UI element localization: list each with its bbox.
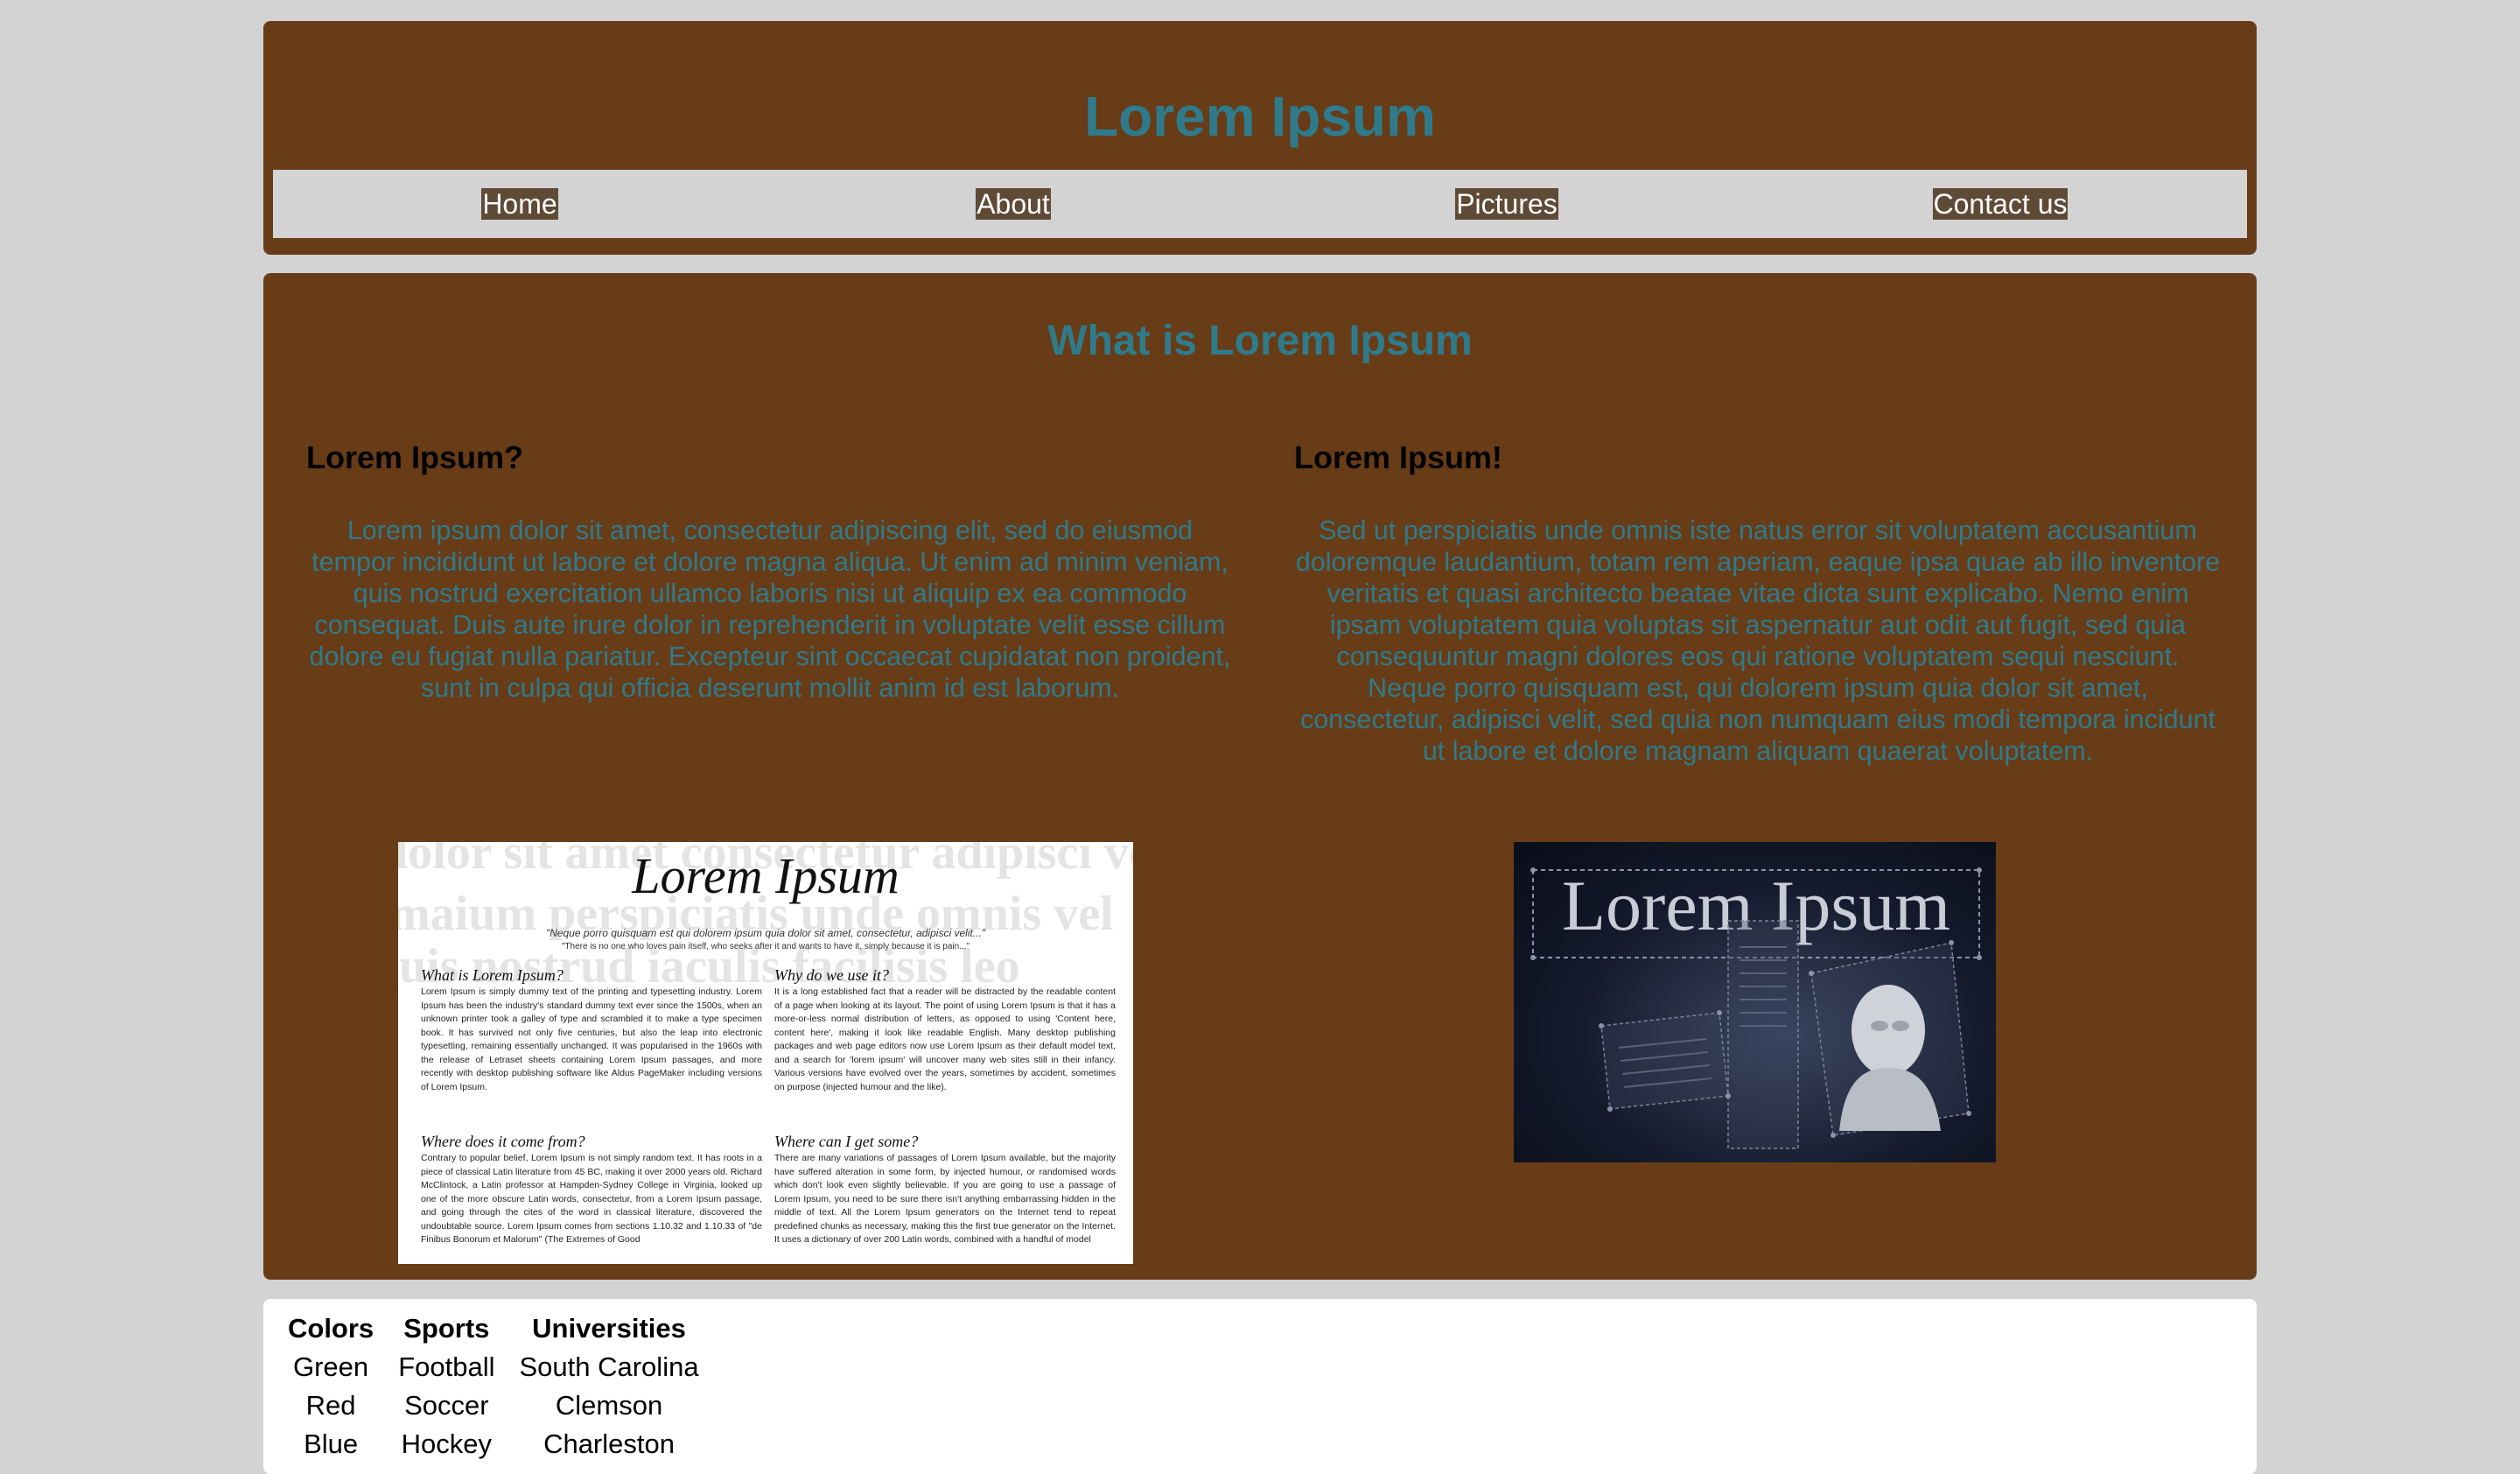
table-cell: Clemson <box>555 1390 663 1421</box>
header-panel: Lorem Ipsum Home About Pictures Contact … <box>263 21 2257 255</box>
nav-about-link[interactable]: About <box>976 188 1051 220</box>
table-row: Green Football South Carolina <box>276 1348 711 1386</box>
nav-bar: Home About Pictures Contact us <box>273 170 2247 238</box>
header-sports: Sports <box>403 1313 490 1344</box>
doc-heading-1: What is Lorem Ipsum? <box>421 966 564 984</box>
table-cell: Blue <box>304 1428 359 1459</box>
header-universities: Universities <box>532 1313 686 1344</box>
info-table: Colors Sports Universities Green Footbal… <box>276 1309 711 1463</box>
header-colors: Colors <box>288 1313 374 1344</box>
table-cell: Red <box>305 1390 356 1421</box>
table-row: Red Soccer Clemson <box>276 1386 711 1425</box>
right-paragraph: Sed ut perspiciatis unde omnis iste natu… <box>1295 516 2221 766</box>
footer-panel: Colors Sports Universities Green Footbal… <box>263 1299 2257 1474</box>
doc-body-2: It is a long established fact that a rea… <box>774 986 1116 1092</box>
doc-quote: "Neque porro quisquam est qui dolorem ip… <box>546 927 986 939</box>
doc-title: Lorem Ipsum <box>631 847 900 904</box>
lorem-ipsum-document-image: dolor sit amet consectetur adipisci veli… <box>398 842 1133 1264</box>
doc-heading-4: Where can I get some? <box>774 1133 918 1150</box>
doc-subquote: "There is no one who loves pain itself, … <box>562 942 970 951</box>
right-column: Lorem Ipsum! Sed ut perspiciatis unde om… <box>1294 439 2222 767</box>
doc-heading-3: Where does it come from? <box>421 1133 585 1150</box>
table-header-row: Colors Sports Universities <box>276 1309 711 1348</box>
left-heading: Lorem Ipsum? <box>306 439 524 475</box>
table-cell: Green <box>293 1351 369 1382</box>
doc-body-4: There are many variations of passages of… <box>774 1153 1116 1245</box>
table-cell: Hockey <box>401 1428 493 1459</box>
site-title: Lorem Ipsum <box>1084 85 1436 148</box>
table-cell: Football <box>398 1351 495 1382</box>
table-row: Blue Hockey Charleston <box>276 1425 711 1463</box>
doc-heading-2: Why do we use it? <box>774 966 889 984</box>
left-column: Lorem Ipsum? Lorem ipsum dolor sit amet,… <box>306 439 1234 704</box>
nav-contact-link[interactable]: Contact us <box>1932 188 2068 220</box>
table-cell: Soccer <box>404 1390 489 1421</box>
table-cell: Charleston <box>543 1428 675 1459</box>
doc-body-1: Lorem Ipsum is simply dummy text of the … <box>421 986 762 1092</box>
nav-pictures-link[interactable]: Pictures <box>1455 188 1558 220</box>
section-title: What is Lorem Ipsum <box>1047 318 1473 364</box>
lorem-ipsum-bust-image: Lorem Ipsum <box>1514 842 1996 1162</box>
left-paragraph: Lorem ipsum dolor sit amet, consectetur … <box>309 516 1231 703</box>
nav-home-link[interactable]: Home <box>481 188 558 220</box>
doc-body-3: Contrary to popular belief, Lorem Ipsum … <box>421 1153 762 1245</box>
main-panel: What is Lorem Ipsum Lorem Ipsum? Lorem i… <box>263 273 2257 1280</box>
table-cell: South Carolina <box>519 1351 699 1382</box>
right-heading: Lorem Ipsum! <box>1294 439 1503 475</box>
